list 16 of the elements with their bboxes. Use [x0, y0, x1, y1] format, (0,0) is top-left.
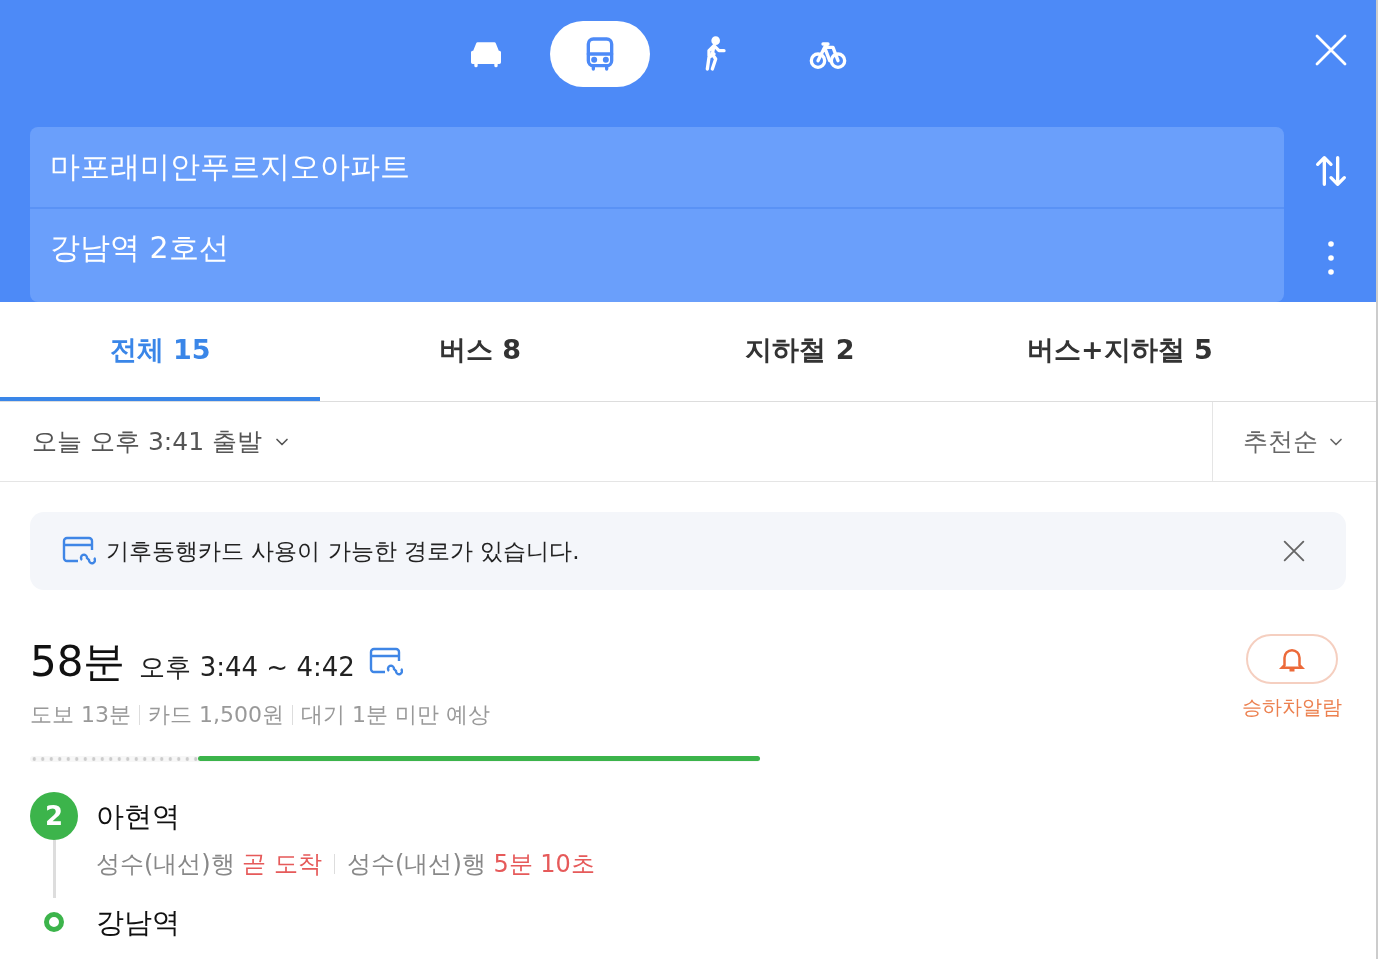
more-vertical-icon [1327, 240, 1335, 277]
line-badge: 2 [30, 792, 78, 840]
route-detail: 도보 13분 [30, 701, 131, 729]
station-name: 아현역 [96, 800, 181, 834]
arrival-info: 성수(내선)행 곧 도착 [96, 848, 322, 880]
time-range: 오후 3:44 ~ 4:42 [139, 651, 355, 684]
arrival-info: 성수(내선)행 5분 10초 [347, 848, 595, 880]
route-detail: 카드 1,500원 [148, 701, 284, 729]
card-icon [62, 536, 96, 566]
route-detail: 대기 1분 미만 예상 [301, 701, 490, 729]
card-icon [368, 647, 403, 677]
alarm-button[interactable] [1246, 634, 1338, 684]
station-name: 강남역 [96, 905, 181, 940]
notice-text: 기후동행카드 사용이 가능한 경로가 있습니다. [106, 536, 581, 566]
alarm-label: 승하차알람 [1242, 694, 1342, 721]
route-duration: 58분 [30, 636, 126, 688]
